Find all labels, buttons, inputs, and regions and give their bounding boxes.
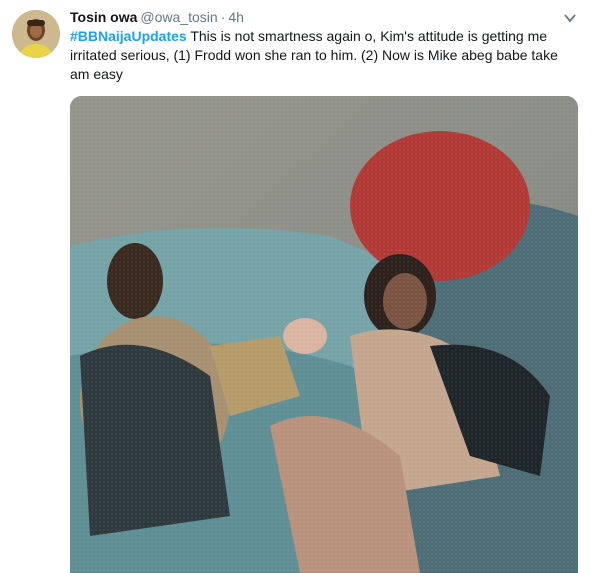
author-name[interactable]: Tosin owa (70, 9, 137, 25)
tweet-header: Tosin owa @owa_tosin · 4h (70, 8, 561, 26)
tweet-text: #BBNaijaUpdates This is not smartness ag… (70, 27, 575, 84)
photo (70, 96, 578, 573)
chevron-down-icon[interactable] (563, 11, 577, 25)
tweet-card[interactable]: Tosin owa @owa_tosin · 4h #BBNaijaUpdates T… (0, 0, 591, 573)
avatar[interactable] (12, 10, 60, 58)
avatar-image (12, 10, 60, 58)
tweet-media-photo[interactable] (70, 96, 578, 573)
author-handle[interactable]: @owa_tosin (140, 9, 217, 25)
meta-separator: · (220, 9, 226, 25)
tweet-timestamp[interactable]: 4h (228, 9, 244, 25)
hashtag-link[interactable]: #BBNaijaUpdates (70, 28, 187, 44)
